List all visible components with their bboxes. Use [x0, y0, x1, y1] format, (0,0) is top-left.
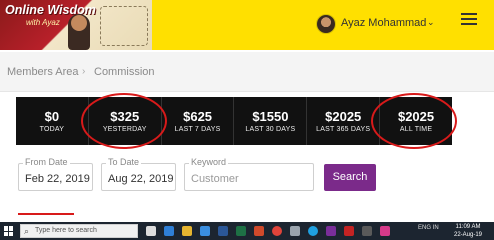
stat-all-time: $2025 ALL TIME — [379, 97, 452, 145]
stat-label: ALL TIME — [399, 126, 433, 133]
word-icon[interactable] — [218, 226, 228, 236]
stat-last-30-days: $1550 LAST 30 DAYS — [233, 97, 306, 145]
onenote-icon[interactable] — [326, 226, 336, 236]
stat-last-7-days: $625 LAST 7 DAYS — [160, 97, 234, 145]
app-icon[interactable] — [380, 226, 390, 236]
stat-value: $0 — [44, 109, 60, 124]
powerpoint-icon[interactable] — [254, 226, 264, 236]
site-header: Online Wisdom with Ayaz Ayaz Mohammad ⌄ — [0, 0, 494, 50]
chevron-down-icon[interactable]: ⌄ — [427, 17, 435, 28]
user-avatar[interactable] — [316, 14, 336, 34]
breadcrumb-commission: Commission — [94, 66, 155, 78]
skype-icon[interactable] — [308, 226, 318, 236]
stat-value: $1550 — [252, 109, 289, 124]
file-explorer-icon[interactable] — [182, 226, 192, 236]
search-icon: ⌕ — [24, 226, 30, 236]
taskbar-search-placeholder: Type here to search — [35, 227, 97, 234]
commission-stats-bar: $0 TODAY $325 YESTERDAY $625 LAST 7 DAYS… — [16, 97, 452, 145]
keyword-label: Keyword — [189, 157, 229, 167]
stat-label: LAST 30 DAYS — [245, 126, 296, 133]
clock-date: 22-Aug-19 — [453, 232, 483, 238]
breadcrumb-separator-icon: › — [82, 66, 86, 77]
stat-label: LAST 365 DAYS — [316, 126, 371, 133]
site-logo[interactable]: Online Wisdom with Ayaz — [0, 0, 152, 50]
active-tab-indicator — [18, 213, 74, 215]
search-button[interactable]: Search — [324, 164, 376, 191]
mail-icon[interactable] — [200, 226, 210, 236]
page: Online Wisdom with Ayaz Ayaz Mohammad ⌄ … — [0, 0, 494, 240]
keyword-input[interactable]: Customer — [191, 173, 239, 185]
from-date-label: From Date — [23, 157, 70, 167]
stat-label: LAST 7 DAYS — [174, 126, 221, 133]
chrome-icon[interactable] — [272, 226, 282, 236]
to-date-value[interactable]: Aug 22, 2019 — [108, 173, 173, 185]
excel-icon[interactable] — [236, 226, 246, 236]
logo-sketch-art — [100, 6, 148, 46]
edge-browser-icon[interactable] — [164, 226, 174, 236]
hamburger-menu-icon[interactable] — [461, 13, 477, 25]
acrobat-icon[interactable] — [344, 226, 354, 236]
windows-taskbar: ⌕ Type here to search ENG IN 11:09 AM 22… — [0, 222, 494, 240]
app-icon[interactable] — [362, 226, 372, 236]
from-date-field[interactable]: From Date Feb 22, 2019 — [18, 157, 93, 191]
stat-label: TODAY — [39, 126, 65, 133]
breadcrumb: Members Area › Commission — [0, 52, 494, 92]
taskbar-clock[interactable]: 11:09 AM 22-Aug-19 — [450, 223, 486, 239]
keyword-field[interactable]: Keyword Customer — [184, 157, 314, 191]
stat-value: $625 — [183, 109, 213, 124]
taskbar-search-box[interactable]: ⌕ Type here to search — [20, 224, 138, 238]
to-date-label: To Date — [106, 157, 142, 167]
stat-yesterday: $325 YESTERDAY — [87, 97, 161, 145]
breadcrumb-members-area[interactable]: Members Area — [7, 66, 79, 78]
stat-value: $325 — [110, 109, 140, 124]
from-date-value[interactable]: Feb 22, 2019 — [25, 173, 90, 185]
stat-last-365-days: $2025 LAST 365 DAYS — [306, 97, 379, 145]
stat-today: $0 TODAY — [16, 97, 88, 145]
logo-person-face — [71, 15, 87, 31]
stat-value: $2025 — [325, 109, 362, 124]
clock-time: 11:09 AM — [455, 224, 481, 230]
windows-start-icon[interactable] — [4, 226, 14, 236]
stat-value: $2025 — [397, 109, 435, 124]
to-date-field[interactable]: To Date Aug 22, 2019 — [101, 157, 176, 191]
logo-subtitle: with Ayaz — [26, 18, 60, 27]
stat-label: YESTERDAY — [102, 126, 147, 133]
task-view-icon[interactable] — [146, 226, 156, 236]
user-name[interactable]: Ayaz Mohammad — [341, 17, 426, 29]
settings-gear-icon[interactable] — [290, 226, 300, 236]
system-tray-language[interactable]: ENG IN — [418, 225, 439, 231]
